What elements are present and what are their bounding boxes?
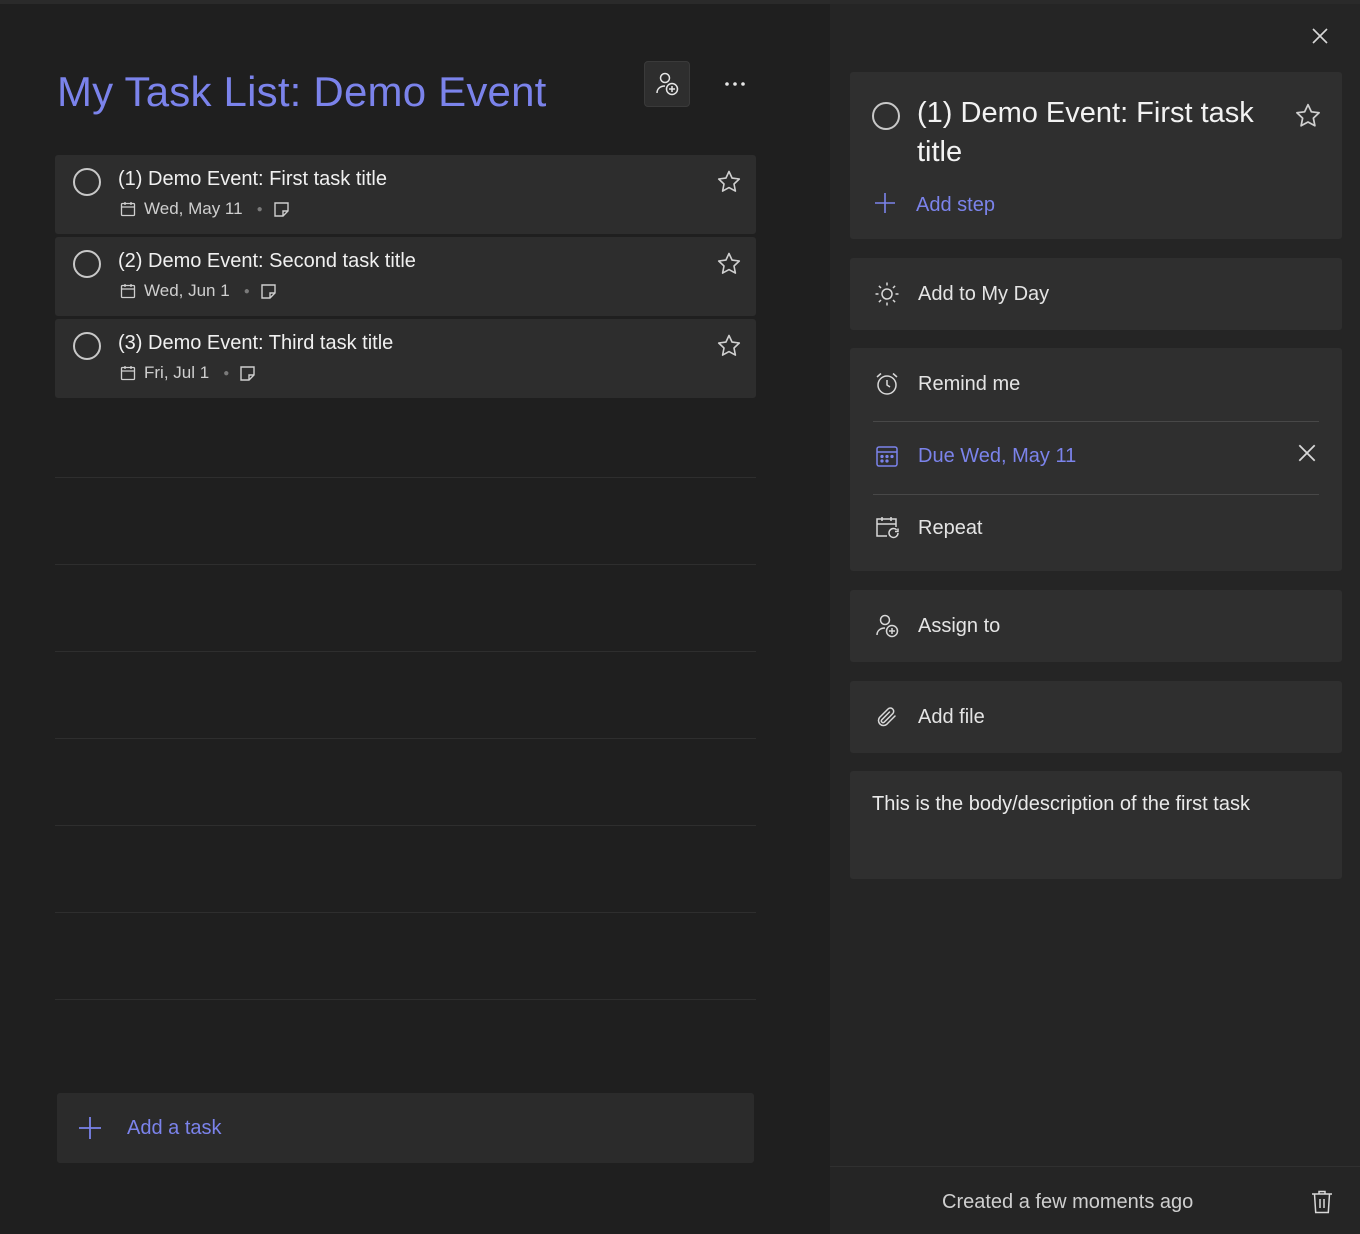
task-list-panel: My Task List: Demo Event (1) Demo Event:…	[0, 4, 830, 1234]
task-title: (1) Demo Event: First task title	[118, 168, 387, 190]
complete-task-checkbox[interactable]	[73, 168, 101, 196]
created-timestamp: Created a few moments ago	[942, 1191, 1194, 1213]
task-detail-panel: (1) Demo Event: First task title Add ste…	[830, 4, 1360, 1234]
empty-row-divider	[55, 564, 756, 565]
task-list: (1) Demo Event: First task title Wed, Ma…	[55, 155, 756, 401]
separator-dot: ●	[243, 285, 250, 297]
add-to-my-day-label: Add to My Day	[918, 282, 1050, 305]
close-detail-button[interactable]	[1306, 22, 1334, 50]
task-item[interactable]: (3) Demo Event: Third task title Fri, Ju…	[55, 319, 756, 398]
remind-me-button[interactable]: Remind me	[850, 348, 1342, 420]
close-icon	[1298, 444, 1316, 462]
task-item[interactable]: (1) Demo Event: First task title Wed, Ma…	[55, 155, 756, 234]
detail-footer: Created a few moments ago	[830, 1166, 1360, 1234]
empty-row-divider	[55, 477, 756, 478]
calendar-icon	[874, 443, 900, 469]
assign-to-card[interactable]: Assign to	[850, 590, 1342, 662]
sun-icon	[874, 281, 900, 307]
separator-dot: ●	[256, 203, 263, 215]
complete-task-checkbox[interactable]	[73, 332, 101, 360]
due-date-label: Due Wed, May 11	[918, 444, 1077, 467]
plus-icon	[874, 192, 896, 219]
close-icon	[1312, 28, 1328, 44]
add-step-label: Add step	[916, 194, 995, 216]
star-icon[interactable]	[716, 251, 742, 282]
star-icon[interactable]	[716, 333, 742, 364]
detail-task-title[interactable]: (1) Demo Event: First task title	[917, 94, 1277, 172]
calendar-icon	[120, 201, 136, 217]
trash-icon	[1312, 1190, 1332, 1214]
star-icon[interactable]	[716, 169, 742, 200]
assign-to-button[interactable]: Assign to	[850, 590, 1342, 662]
alarm-clock-icon	[874, 371, 900, 397]
task-meta: Wed, Jun 1 ●	[120, 281, 277, 301]
add-file-button[interactable]: Add file	[850, 681, 1342, 753]
repeat-button[interactable]: Repeat	[850, 492, 1342, 564]
calendar-icon	[120, 283, 136, 299]
remove-due-date-button[interactable]	[1296, 442, 1318, 469]
add-task-label: Add a task	[127, 1116, 222, 1139]
repeat-label: Repeat	[918, 516, 983, 539]
note-card[interactable]: This is the body/description of the firs…	[850, 771, 1342, 879]
note-icon	[239, 365, 256, 382]
due-date-button[interactable]: Due Wed, May 11	[850, 420, 1342, 492]
empty-row-divider	[55, 738, 756, 739]
task-title-card: (1) Demo Event: First task title Add ste…	[850, 72, 1342, 239]
assign-person-add-icon	[656, 72, 679, 96]
task-title: (3) Demo Event: Third task title	[118, 332, 394, 354]
task-note-text[interactable]: This is the body/description of the firs…	[872, 793, 1250, 816]
add-to-my-day-button[interactable]: Add to My Day	[850, 258, 1342, 330]
star-icon[interactable]	[1294, 102, 1322, 135]
task-due-date: Fri, Jul 1	[144, 363, 210, 382]
task-meta: Wed, May 11 ●	[120, 199, 290, 219]
paperclip-icon	[874, 704, 900, 730]
plus-icon	[77, 1115, 103, 1141]
complete-task-checkbox[interactable]	[872, 102, 900, 130]
separator-dot: ●	[223, 367, 230, 379]
task-title: (2) Demo Event: Second task title	[118, 250, 416, 272]
add-file-card[interactable]: Add file	[850, 681, 1342, 753]
list-title: My Task List: Demo Event	[57, 68, 547, 115]
add-step-button[interactable]: Add step	[874, 192, 995, 219]
todo-app: My Task List: Demo Event (1) Demo Event:…	[0, 0, 1360, 1234]
empty-row-divider	[55, 825, 756, 826]
note-icon	[273, 201, 290, 218]
add-task-input[interactable]: Add a task	[57, 1093, 754, 1163]
assign-list-button[interactable]	[644, 61, 690, 107]
repeat-calendar-icon	[874, 515, 900, 541]
complete-task-checkbox[interactable]	[73, 250, 101, 278]
note-icon	[260, 283, 277, 300]
delete-task-button[interactable]	[1310, 1189, 1334, 1220]
more-options-button[interactable]	[712, 61, 758, 107]
empty-row-divider	[55, 912, 756, 913]
assign-to-label: Assign to	[918, 614, 1001, 637]
task-meta: Fri, Jul 1 ●	[120, 363, 256, 383]
assign-person-add-icon	[874, 613, 900, 639]
calendar-icon	[120, 365, 136, 381]
task-due-date: Wed, May 11	[144, 199, 243, 218]
dates-card: Remind me Due Wed, May 11 Repeat	[850, 348, 1342, 571]
empty-row-divider	[55, 651, 756, 652]
task-due-date: Wed, Jun 1	[144, 281, 230, 300]
add-to-my-day-card[interactable]: Add to My Day	[850, 258, 1342, 330]
more-horizontal-icon	[725, 82, 745, 86]
remind-me-label: Remind me	[918, 372, 1021, 395]
add-file-label: Add file	[918, 705, 985, 728]
empty-row-divider	[55, 999, 756, 1000]
task-item[interactable]: (2) Demo Event: Second task title Wed, J…	[55, 237, 756, 316]
